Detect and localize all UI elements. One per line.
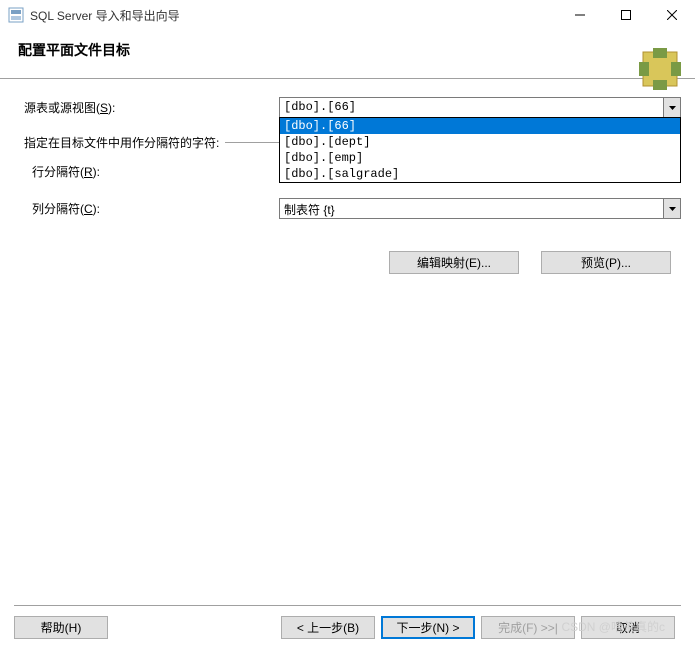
edit-mapping-button[interactable]: 编辑映射(E)... bbox=[389, 251, 519, 274]
col-delimiter-value: 制表符 {t} bbox=[280, 199, 663, 218]
wizard-header: 配置平面文件目标 bbox=[0, 30, 695, 79]
col-delimiter-label: 列分隔符(C): bbox=[32, 200, 279, 217]
dropdown-item[interactable]: [dbo].[66] bbox=[280, 118, 680, 134]
dropdown-item[interactable]: [dbo].[dept] bbox=[280, 134, 680, 150]
titlebar: SQL Server 导入和导出向导 bbox=[0, 0, 695, 30]
source-label: 源表或源视图(S): bbox=[24, 99, 279, 116]
back-button[interactable]: < 上一步(B) bbox=[281, 616, 375, 639]
col-delimiter-combo[interactable]: 制表符 {t} bbox=[279, 198, 681, 219]
row-delimiter-label: 行分隔符(R): bbox=[32, 163, 279, 180]
col-delimiter-row: 列分隔符(C): 制表符 {t} bbox=[24, 198, 681, 219]
wizard-icon bbox=[639, 48, 681, 93]
maximize-button[interactable] bbox=[603, 0, 649, 30]
cancel-button[interactable]: 取消 bbox=[581, 616, 675, 639]
next-button[interactable]: 下一步(N) > bbox=[381, 616, 475, 639]
action-buttons: 编辑映射(E)... 预览(P)... bbox=[24, 251, 681, 274]
minimize-button[interactable] bbox=[557, 0, 603, 30]
dropdown-button[interactable] bbox=[663, 98, 680, 117]
window-title: SQL Server 导入和导出向导 bbox=[30, 7, 557, 24]
wizard-footer: 帮助(H) < 上一步(B) 下一步(N) > 完成(F) >>| 取消 bbox=[14, 605, 681, 639]
source-value: [dbo].[66] bbox=[280, 98, 663, 117]
source-dropdown: [dbo].[66] [dbo].[dept] [dbo].[emp] [dbo… bbox=[279, 117, 681, 183]
dropdown-item[interactable]: [dbo].[salgrade] bbox=[280, 166, 680, 182]
help-button[interactable]: 帮助(H) bbox=[14, 616, 108, 639]
content-area: 源表或源视图(S): [dbo].[66] [dbo].[66] [dbo].[… bbox=[0, 79, 695, 274]
window-controls bbox=[557, 0, 695, 30]
close-button[interactable] bbox=[649, 0, 695, 30]
source-combo[interactable]: [dbo].[66] [dbo].[66] [dbo].[dept] [dbo]… bbox=[279, 97, 681, 118]
dropdown-item[interactable]: [dbo].[emp] bbox=[280, 150, 680, 166]
dropdown-button[interactable] bbox=[663, 199, 680, 218]
preview-button[interactable]: 预览(P)... bbox=[541, 251, 671, 274]
app-icon bbox=[8, 7, 24, 23]
delimiter-group-label: 指定在目标文件中用作分隔符的字符: bbox=[24, 134, 219, 151]
source-row: 源表或源视图(S): [dbo].[66] [dbo].[66] [dbo].[… bbox=[24, 97, 681, 118]
footer-divider bbox=[14, 605, 681, 606]
finish-button: 完成(F) >>| bbox=[481, 616, 575, 639]
page-title: 配置平面文件目标 bbox=[18, 40, 685, 60]
